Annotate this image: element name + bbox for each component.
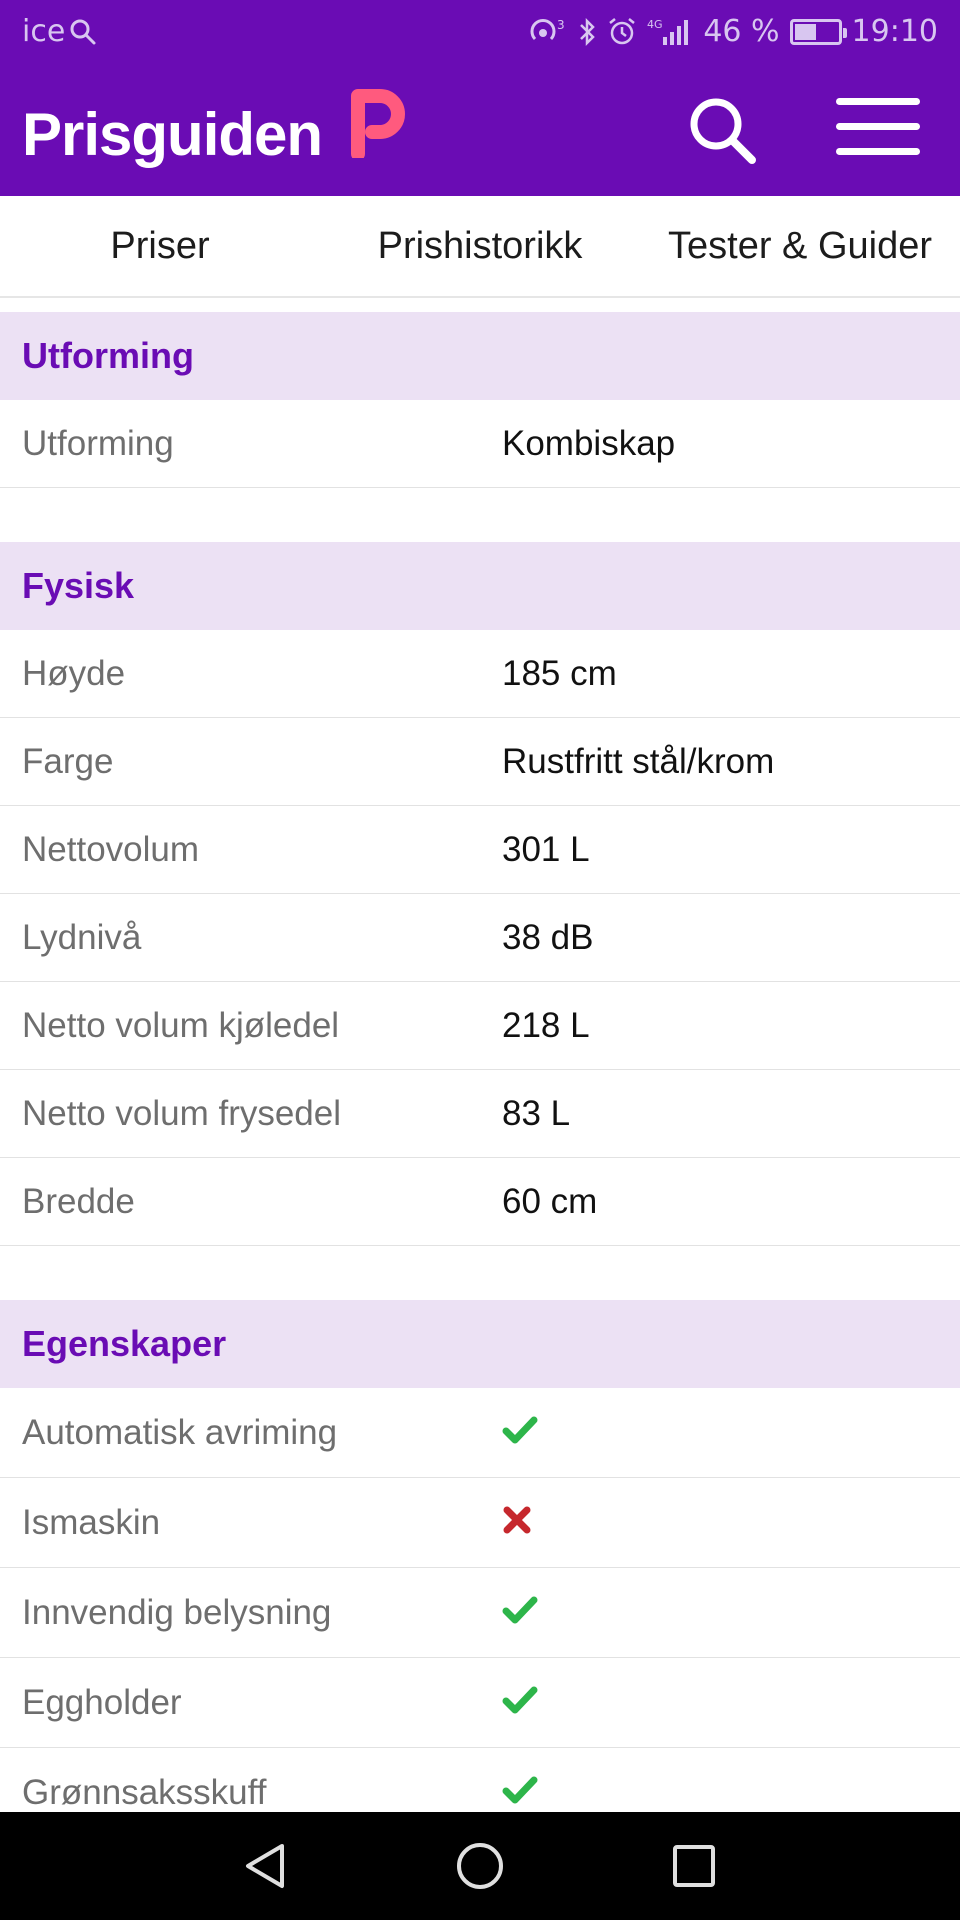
spec-row: Lydnivå 38 dB [0,894,960,982]
battery-percent: 46 % [703,14,780,49]
spec-label: Bredde [22,1181,135,1221]
home-circle-icon[interactable] [452,1838,508,1894]
back-triangle-icon[interactable] [238,1838,294,1894]
svg-text:3: 3 [557,18,565,32]
tab-priser[interactable]: Priser [0,196,320,296]
hamburger-menu-icon[interactable] [836,98,920,162]
section-header-utforming: Utforming [0,312,960,400]
signal-icon: 4G [647,17,693,47]
section-header-fysisk: Fysisk [0,542,960,630]
spec-value: 301 L [502,829,590,869]
check-icon [502,1415,538,1450]
clock: 19:10 [851,14,938,49]
battery-icon [789,18,847,45]
cross-icon [502,1505,532,1540]
network-type-label: 4G [647,18,663,31]
feature-label: Automatisk avriming [22,1412,338,1452]
recents-square-icon[interactable] [666,1838,722,1894]
feature-row: Ismaskin [0,1478,960,1568]
menu-bar [836,98,920,105]
status-right: 3 4G 46 % 19:10 [527,14,938,49]
search-button[interactable] [686,94,760,168]
alarm-icon [607,17,637,47]
spec-row: Nettovolum 301 L [0,806,960,894]
feature-row: Eggholder [0,1658,960,1748]
spec-row: Høyde 185 cm [0,630,960,718]
tab-tester-guider[interactable]: Tester & Guider [640,196,960,296]
spec-value: 38 dB [502,917,594,957]
spec-row: Netto volum kjøledel 218 L [0,982,960,1070]
search-icon [690,98,756,164]
spec-row: Farge Rustfritt stål/krom [0,718,960,806]
check-icon [502,1595,538,1630]
bluetooth-icon [577,17,597,47]
logo-p-icon[interactable] [350,88,406,163]
spec-value: 83 L [502,1093,571,1133]
feature-list: Automatisk avriming Ismaskin Innvendig bel… [0,1388,960,1838]
check-icon [502,1685,538,1720]
spec-value: 185 cm [502,653,617,693]
feature-row: Automatisk avriming [0,1388,960,1478]
system-nav-bar [0,1812,960,1920]
tab-prishistorikk[interactable]: Prishistorikk [320,196,640,296]
status-bar: ice 3 4G 46 % 19:10 [0,0,960,64]
spec-label: Lydnivå [22,917,142,957]
menu-bar [836,148,920,155]
check-icon [502,1775,538,1810]
status-left: ice [22,14,97,49]
feature-label: Grønnsaksskuff [22,1772,267,1812]
spec-row: Bredde 60 cm [0,1158,960,1246]
tab-bar: Priser Prishistorikk Tester & Guider [0,196,960,298]
spec-label: Netto volum frysedel [22,1093,342,1133]
spec-label: Farge [22,741,114,781]
spec-label: Høyde [22,653,126,693]
feature-label: Eggholder [22,1682,182,1722]
hotspot-icon: 3 [527,17,567,47]
carrier-name: ice [22,14,66,49]
feature-row: Innvendig belysning [0,1568,960,1658]
spec-list: Utforming Utforming Kombiskap Fysisk Høy… [0,312,960,1838]
app-header: Prisguiden [0,64,960,196]
spec-value: Rustfritt stål/krom [502,741,775,781]
search-status-icon [69,18,97,46]
spec-label: Utforming [22,423,174,463]
spec-row: Utforming Kombiskap [0,400,960,488]
feature-label: Ismaskin [22,1502,161,1542]
spec-value: Kombiskap [502,423,676,463]
spec-value: 218 L [502,1005,590,1045]
spec-value: 60 cm [502,1181,598,1221]
spec-row: Netto volum frysedel 83 L [0,1070,960,1158]
spec-label: Nettovolum [22,829,200,869]
section-header-egenskaper: Egenskaper [0,1300,960,1388]
spec-label: Netto volum kjøledel [22,1005,340,1045]
battery-fill [794,23,816,40]
menu-bar [836,123,920,130]
logo-text[interactable]: Prisguiden [22,100,323,169]
feature-label: Innvendig belysning [22,1592,332,1632]
